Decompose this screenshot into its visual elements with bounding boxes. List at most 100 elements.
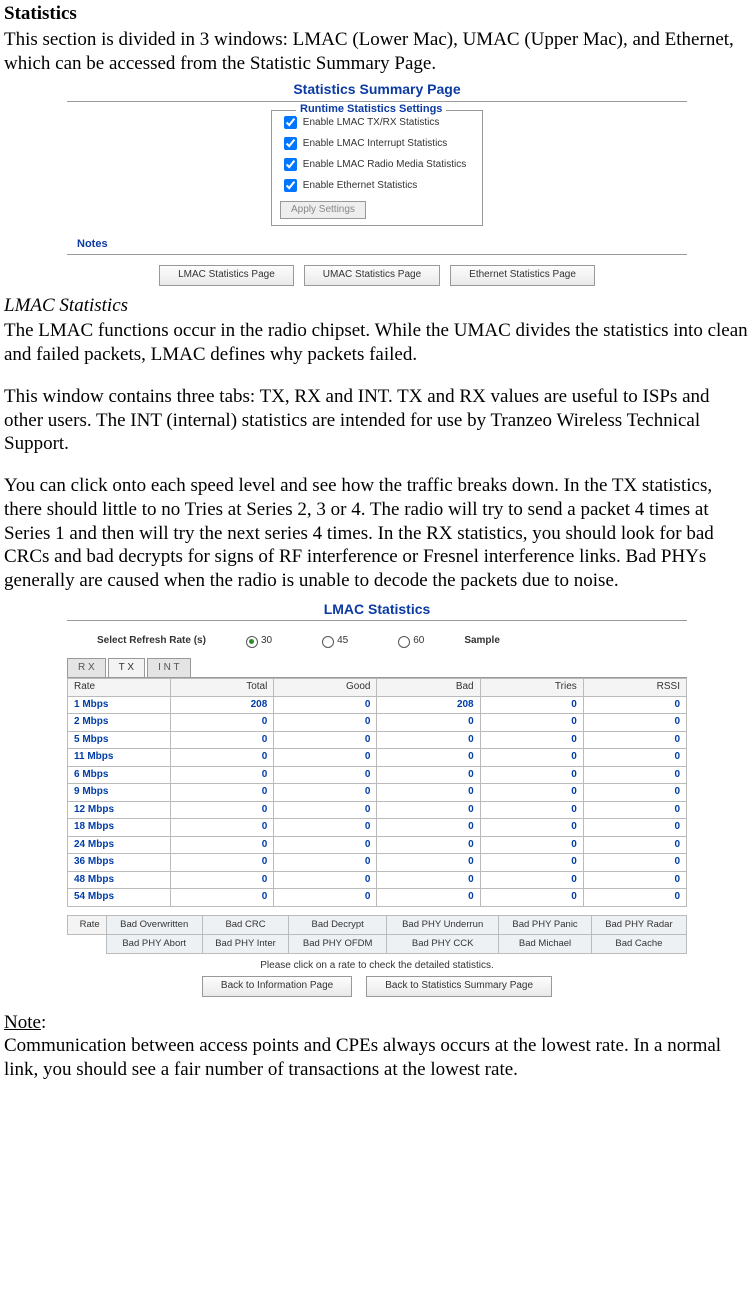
cell-total: 0 <box>171 801 274 819</box>
tab-int[interactable]: I N T <box>147 658 190 678</box>
lmac-para3: You can click onto each speed level and … <box>4 474 750 593</box>
cell-tries: 0 <box>480 801 583 819</box>
cell-good: 0 <box>274 714 377 732</box>
cb-ethernet-label: Enable Ethernet Statistics <box>303 180 418 191</box>
cell-good: 0 <box>274 749 377 767</box>
cell-rssi: 0 <box>583 749 686 767</box>
cell-bad: 0 <box>377 836 480 854</box>
cell-tries: 0 <box>480 749 583 767</box>
bad-michael[interactable]: Bad Michael <box>499 934 592 953</box>
cell-tries: 0 <box>480 696 583 714</box>
cell-rssi: 0 <box>583 854 686 872</box>
rate-link[interactable]: 24 Mbps <box>68 836 171 854</box>
tab-rx[interactable]: R X <box>67 658 106 678</box>
cb-lmac-radiomedia-label: Enable LMAC Radio Media Statistics <box>303 159 466 170</box>
rate-link[interactable]: 1 Mbps <box>68 696 171 714</box>
cell-bad: 0 <box>377 749 480 767</box>
cell-tries: 0 <box>480 784 583 802</box>
cell-bad: 208 <box>377 696 480 714</box>
rate-link[interactable]: 9 Mbps <box>68 784 171 802</box>
cell-rssi: 0 <box>583 714 686 732</box>
bad-phy-cck[interactable]: Bad PHY CCK <box>387 934 499 953</box>
cell-total: 0 <box>171 819 274 837</box>
cell-tries: 0 <box>480 819 583 837</box>
cell-rssi: 0 <box>583 696 686 714</box>
umac-stats-page-button[interactable]: UMAC Statistics Page <box>304 265 440 286</box>
cell-good: 0 <box>274 836 377 854</box>
runtime-settings-group: Runtime Statistics Settings Enable LMAC … <box>271 110 483 227</box>
refresh-60-radio[interactable] <box>398 636 410 648</box>
refresh-30-radio[interactable] <box>246 636 258 648</box>
rate-link[interactable]: 54 Mbps <box>68 889 171 907</box>
cell-total: 0 <box>171 889 274 907</box>
cell-good: 0 <box>274 801 377 819</box>
bad-phy-panic[interactable]: Bad PHY Panic <box>499 915 592 934</box>
cell-rssi: 0 <box>583 819 686 837</box>
bad-rate-label: Rate <box>68 915 107 934</box>
note-body: Communication between access points and … <box>4 1035 721 1080</box>
rate-link[interactable]: 11 Mbps <box>68 749 171 767</box>
note-label: Note <box>4 1012 41 1033</box>
col-tries: Tries <box>480 679 583 697</box>
bad-crc[interactable]: Bad CRC <box>202 915 289 934</box>
cell-good: 0 <box>274 731 377 749</box>
col-rate: Rate <box>68 679 171 697</box>
col-rssi: RSSI <box>583 679 686 697</box>
cb-lmac-radiomedia[interactable] <box>284 158 297 171</box>
ethernet-stats-page-button[interactable]: Ethernet Statistics Page <box>450 265 595 286</box>
rate-link[interactable]: 18 Mbps <box>68 819 171 837</box>
cell-bad: 0 <box>377 819 480 837</box>
cell-bad: 0 <box>377 871 480 889</box>
cb-lmac-txrx-label: Enable LMAC TX/RX Statistics <box>303 117 440 128</box>
bad-phy-abort[interactable]: Bad PHY Abort <box>106 934 202 953</box>
lmac-para1: The LMAC functions occur in the radio ch… <box>4 319 750 367</box>
cell-rssi: 0 <box>583 871 686 889</box>
table-row: 12 Mbps00000 <box>68 801 687 819</box>
rate-link[interactable]: 6 Mbps <box>68 766 171 784</box>
bad-phy-radar[interactable]: Bad PHY Radar <box>591 915 686 934</box>
table-row: 24 Mbps00000 <box>68 836 687 854</box>
apply-settings-button[interactable]: Apply Settings <box>280 201 366 220</box>
col-bad: Bad <box>377 679 480 697</box>
bad-table: Rate Bad Overwritten Bad CRC Bad Decrypt… <box>67 915 687 954</box>
lmac-title: LMAC Statistics <box>67 601 687 619</box>
cell-good: 0 <box>274 766 377 784</box>
table-row: 11 Mbps00000 <box>68 749 687 767</box>
cell-total: 0 <box>171 854 274 872</box>
lmac-stats-screenshot: LMAC Statistics Select Refresh Rate (s) … <box>67 601 687 997</box>
rate-link[interactable]: 2 Mbps <box>68 714 171 732</box>
cell-rssi: 0 <box>583 836 686 854</box>
cell-rssi: 0 <box>583 889 686 907</box>
back-info-button[interactable]: Back to Information Page <box>202 976 352 997</box>
col-good: Good <box>274 679 377 697</box>
rate-link[interactable]: 48 Mbps <box>68 871 171 889</box>
bad-decrypt[interactable]: Bad Decrypt <box>289 915 387 934</box>
cb-lmac-interrupt[interactable] <box>284 137 297 150</box>
cell-bad: 0 <box>377 714 480 732</box>
back-summary-button[interactable]: Back to Statistics Summary Page <box>366 976 552 997</box>
cb-lmac-txrx[interactable] <box>284 116 297 129</box>
lmac-stats-page-button[interactable]: LMAC Statistics Page <box>159 265 294 286</box>
tab-tx[interactable]: T X <box>108 658 145 678</box>
cell-bad: 0 <box>377 854 480 872</box>
cb-ethernet[interactable] <box>284 179 297 192</box>
bad-phy-ofdm[interactable]: Bad PHY OFDM <box>289 934 387 953</box>
lmac-para2: This window contains three tabs: TX, RX … <box>4 385 750 456</box>
cell-total: 0 <box>171 784 274 802</box>
cell-total: 208 <box>171 696 274 714</box>
cell-tries: 0 <box>480 714 583 732</box>
cell-total: 0 <box>171 836 274 854</box>
bad-phy-inter[interactable]: Bad PHY Inter <box>202 934 289 953</box>
rate-link[interactable]: 36 Mbps <box>68 854 171 872</box>
rate-link[interactable]: 5 Mbps <box>68 731 171 749</box>
bad-overwritten[interactable]: Bad Overwritten <box>106 915 202 934</box>
bad-phy-underrun[interactable]: Bad PHY Underrun <box>387 915 499 934</box>
bad-cache[interactable]: Bad Cache <box>591 934 686 953</box>
refresh-45-radio[interactable] <box>322 636 334 648</box>
rate-link[interactable]: 12 Mbps <box>68 801 171 819</box>
click-rate-note: Please click on a rate to check the deta… <box>67 960 687 973</box>
cell-rssi: 0 <box>583 766 686 784</box>
col-total: Total <box>171 679 274 697</box>
cell-good: 0 <box>274 871 377 889</box>
note-colon: : <box>41 1012 46 1033</box>
